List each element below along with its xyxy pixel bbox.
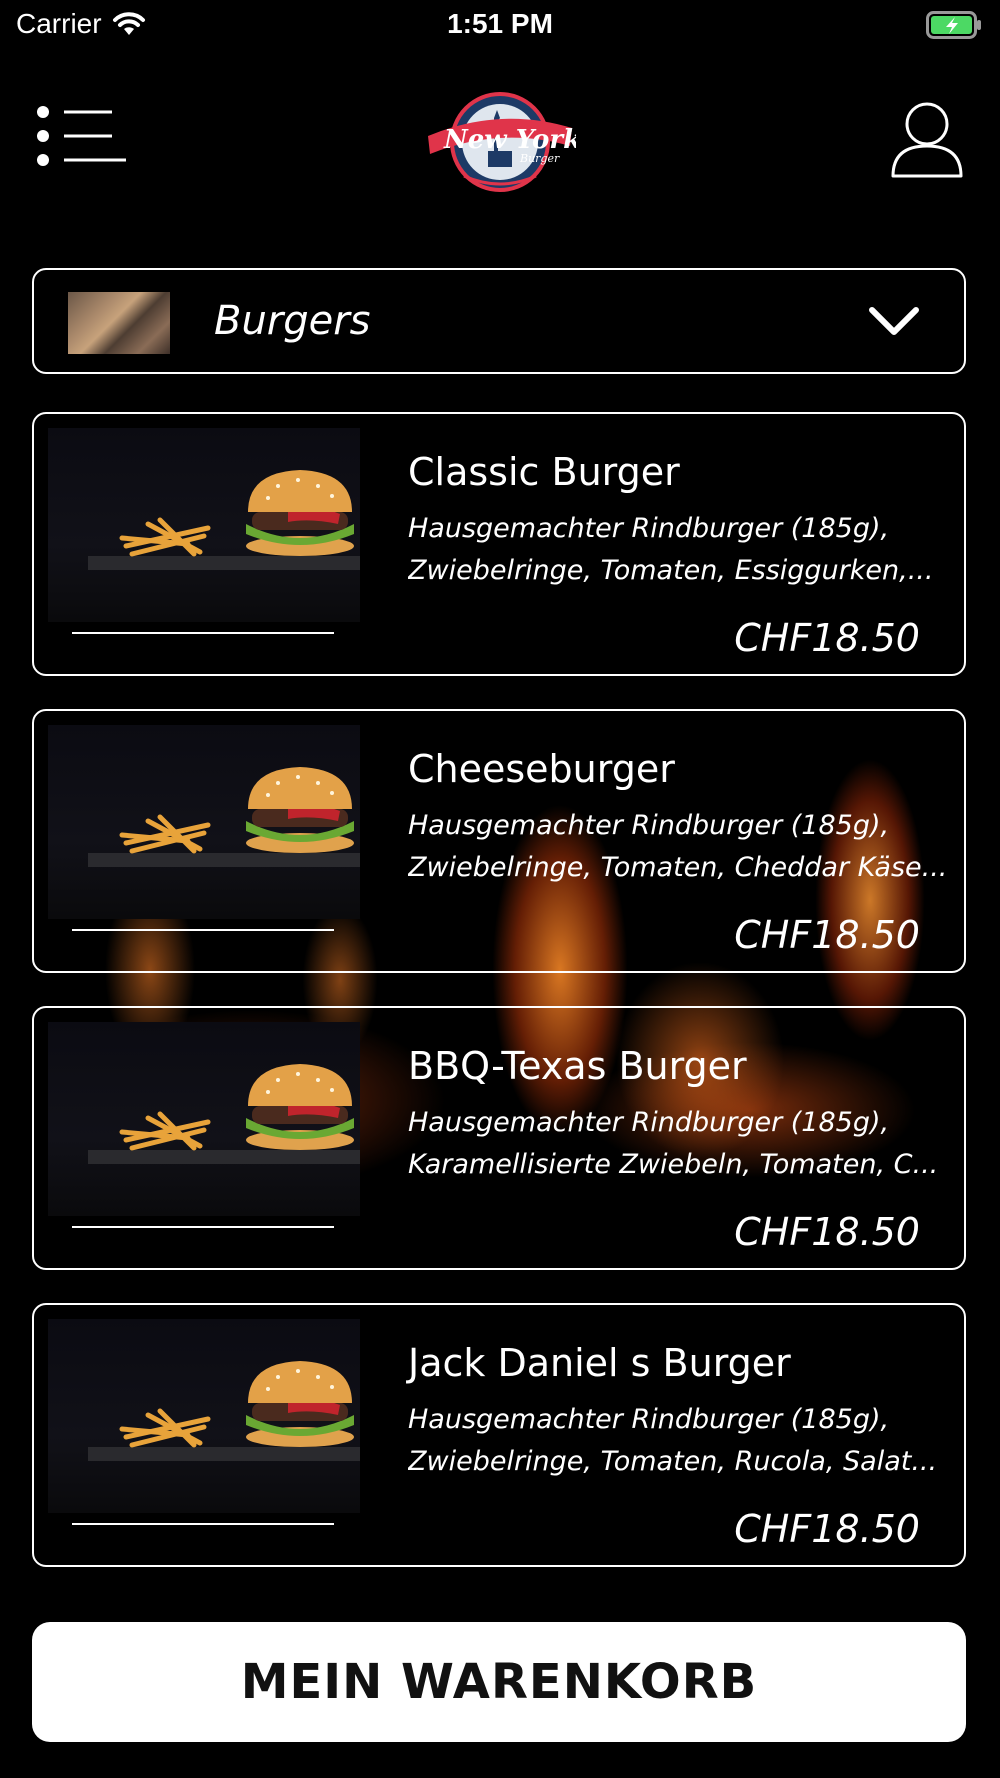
product-title: Jack Daniel s Burger bbox=[408, 1341, 791, 1385]
product-card[interactable]: BBQ-Texas Burger Hausgemachter Rindburge… bbox=[32, 1006, 966, 1270]
product-image bbox=[48, 428, 360, 622]
cart-button-label: MEIN WARENKORB bbox=[240, 1654, 758, 1710]
product-image bbox=[48, 1319, 360, 1513]
product-list: Classic Burger Hausgemachter Rindburger … bbox=[32, 412, 966, 1600]
menu-list-icon bbox=[37, 106, 126, 166]
product-card[interactable]: Cheeseburger Hausgemachter Rindburger (1… bbox=[32, 709, 966, 973]
product-description: Hausgemachter Rindburger (185g), Zwiebel… bbox=[408, 513, 934, 586]
product-title: BBQ-Texas Burger bbox=[408, 1044, 747, 1088]
product-description: Hausgemachter Rindburger (185g), Zwiebel… bbox=[408, 810, 948, 883]
image-underline bbox=[72, 1226, 334, 1228]
image-underline bbox=[72, 632, 334, 634]
image-underline bbox=[72, 1523, 334, 1525]
svg-text:New York: New York bbox=[443, 125, 576, 155]
product-price: CHF18.50 bbox=[734, 1507, 920, 1551]
cart-button[interactable]: MEIN WARENKORB bbox=[32, 1622, 966, 1742]
category-thumbnail bbox=[68, 292, 170, 354]
product-price: CHF18.50 bbox=[734, 913, 920, 957]
svg-text:Burger: Burger bbox=[519, 152, 560, 165]
product-title: Cheeseburger bbox=[408, 747, 675, 791]
image-underline bbox=[72, 929, 334, 931]
product-title: Classic Burger bbox=[408, 450, 680, 494]
category-label: Burgers bbox=[214, 298, 371, 344]
product-description: Hausgemachter Rindburger (185g), Zwiebel… bbox=[408, 1404, 938, 1477]
product-image bbox=[48, 1022, 360, 1216]
category-selector[interactable]: Burgers bbox=[32, 268, 966, 374]
product-card[interactable]: Jack Daniel s Burger Hausgemachter Rindb… bbox=[32, 1303, 966, 1567]
product-price: CHF18.50 bbox=[734, 616, 920, 660]
battery-charging-icon bbox=[926, 11, 984, 46]
product-card[interactable]: Classic Burger Hausgemachter Rindburger … bbox=[32, 412, 966, 676]
clock: 1:51 PM bbox=[447, 8, 553, 39]
brand-logo[interactable]: New York Burger bbox=[424, 88, 581, 196]
chevron-down-icon bbox=[869, 307, 919, 335]
product-price: CHF18.50 bbox=[734, 1210, 920, 1254]
status-bar: Carrier 1:51 PM bbox=[0, 0, 1000, 52]
product-description: Hausgemachter Rindburger (185g), Karamel… bbox=[408, 1107, 939, 1180]
profile-button[interactable] bbox=[890, 100, 964, 180]
user-profile-icon bbox=[891, 102, 963, 178]
menu-button[interactable] bbox=[36, 104, 128, 176]
nav-bar: New York Burger bbox=[0, 60, 1000, 220]
product-image bbox=[48, 725, 360, 919]
